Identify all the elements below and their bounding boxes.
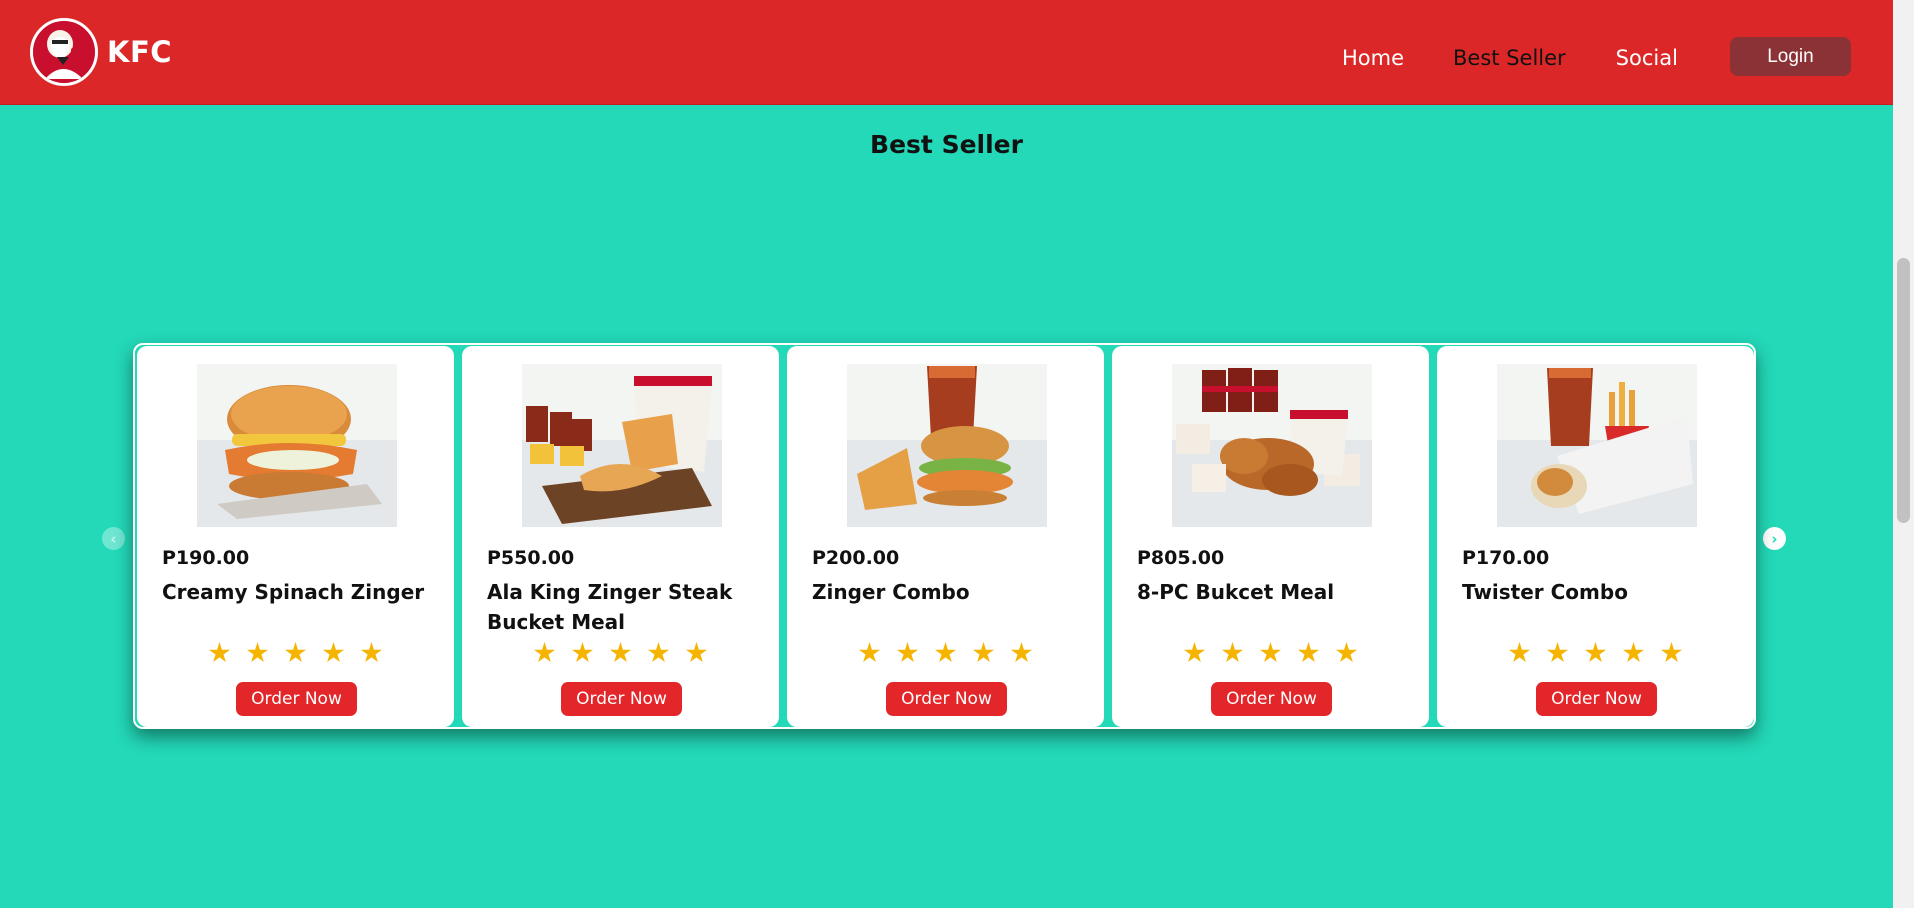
nav-social-link[interactable]: Social <box>1616 46 1678 70</box>
star-icon <box>533 642 556 663</box>
best-seller-carousel: P190.00 Creamy Spinach Zinger Order Now <box>133 343 1756 729</box>
star-icon <box>1660 642 1683 663</box>
product-image <box>197 364 397 527</box>
star-icon <box>685 642 708 663</box>
order-now-button[interactable]: Order Now <box>236 682 357 716</box>
product-rating <box>1112 642 1429 664</box>
top-navbar: KFC Home Best Seller Social Login <box>0 0 1893 105</box>
star-icon <box>647 642 670 663</box>
product-rating <box>1437 642 1754 664</box>
product-name: Creamy Spinach Zinger <box>162 580 425 604</box>
star-icon <box>246 642 269 663</box>
login-button[interactable]: Login <box>1729 37 1851 76</box>
product-image <box>1497 364 1697 527</box>
product-card: P170.00 Twister Combo Order Now <box>1437 346 1754 727</box>
carousel-prev-button[interactable]: ‹ <box>102 527 125 550</box>
product-rating <box>787 642 1104 664</box>
product-image <box>847 364 1047 527</box>
star-icon <box>571 642 594 663</box>
product-card: P550.00 Ala King Zinger Steak Bucket Mea… <box>462 346 779 727</box>
star-icon <box>1622 642 1645 663</box>
product-image <box>522 364 722 527</box>
order-now-button[interactable]: Order Now <box>1211 682 1332 716</box>
main-navigation: Home Best Seller Social Login <box>1342 37 1851 76</box>
product-name: Ala King Zinger Steak Bucket Meal <box>487 580 733 634</box>
order-now-button[interactable]: Order Now <box>561 682 682 716</box>
product-name: 8-PC Bukcet Meal <box>1137 580 1335 604</box>
star-icon <box>1584 642 1607 663</box>
star-icon <box>1010 642 1033 663</box>
product-price: P550.00 <box>487 547 575 569</box>
brand-logo[interactable]: KFC <box>30 18 172 86</box>
chevron-right-icon: › <box>1771 529 1778 548</box>
product-rating <box>137 642 454 664</box>
star-icon <box>934 642 957 663</box>
product-price: P200.00 <box>812 547 900 569</box>
star-icon <box>1183 642 1206 663</box>
product-card: P200.00 Zinger Combo Order Now <box>787 346 1104 727</box>
chevron-left-icon: ‹ <box>110 529 117 548</box>
star-icon <box>896 642 919 663</box>
product-image <box>1172 364 1372 527</box>
brand-name: KFC <box>107 35 173 69</box>
star-icon <box>1259 642 1282 663</box>
product-card: P805.00 8-PC Bukcet Meal Order Now <box>1112 346 1429 727</box>
star-icon <box>360 642 383 663</box>
scrollbar-thumb[interactable] <box>1897 258 1910 523</box>
product-price: P805.00 <box>1137 547 1225 569</box>
star-icon <box>1297 642 1320 663</box>
page-scrollbar[interactable] <box>1893 0 1914 908</box>
star-icon <box>1221 642 1244 663</box>
star-icon <box>609 642 632 663</box>
product-price: P170.00 <box>1462 547 1550 569</box>
star-icon <box>1546 642 1569 663</box>
nav-best-seller-link[interactable]: Best Seller <box>1453 46 1566 70</box>
star-icon <box>972 642 995 663</box>
star-icon <box>858 642 881 663</box>
section-title: Best Seller <box>870 130 1023 159</box>
order-now-button[interactable]: Order Now <box>886 682 1007 716</box>
product-name: Zinger Combo <box>812 580 970 604</box>
nav-home-link[interactable]: Home <box>1342 46 1404 70</box>
product-price: P190.00 <box>162 547 250 569</box>
star-icon <box>1335 642 1358 663</box>
star-icon <box>1508 642 1531 663</box>
star-icon <box>322 642 345 663</box>
product-card: P190.00 Creamy Spinach Zinger Order Now <box>137 346 454 727</box>
carousel-next-button[interactable]: › <box>1763 527 1786 550</box>
order-now-button[interactable]: Order Now <box>1536 682 1657 716</box>
kfc-logo-icon <box>30 18 98 86</box>
product-name: Twister Combo <box>1462 580 1628 604</box>
star-icon <box>284 642 307 663</box>
product-rating <box>462 642 779 664</box>
star-icon <box>208 642 231 663</box>
